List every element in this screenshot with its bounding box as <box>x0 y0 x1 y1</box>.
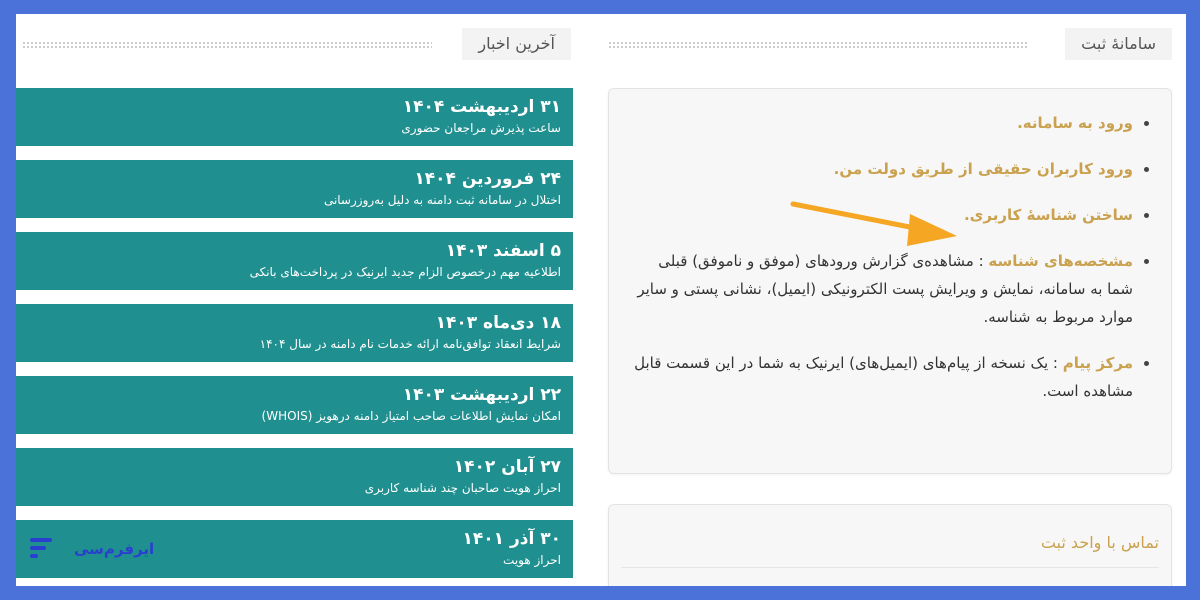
news-header: آخرین اخبار <box>16 28 571 60</box>
news-item[interactable]: ۲۴ فروردین ۱۴۰۴ اختلال در سامانه ثبت دام… <box>16 160 573 218</box>
news-date: ۲۴ فروردین ۱۴۰۴ <box>414 169 561 189</box>
annotation-arrow-icon <box>790 201 957 246</box>
news-description: امکان نمایش اطلاعات صاحب امتیاز دامنه در… <box>261 409 561 423</box>
registry-box: ورود به سامانه. ورود کاربران حقیقی از طر… <box>608 88 1172 474</box>
header-dots <box>608 41 1028 49</box>
message-center-link[interactable]: مرکز پیام <box>1063 354 1133 372</box>
news-list: ۳۱ اردیبهشت ۱۴۰۴ ساعت پذیرش مراجعان حضور… <box>16 88 573 586</box>
news-description: احراز هویت صاحبان چند شناسه کاربری <box>364 481 561 495</box>
news-date: ۱۸ دی‌ماه ۱۴۰۳ <box>435 313 561 333</box>
news-date: ۲۲ اردیبهشت ۱۴۰۳ <box>402 385 561 405</box>
login-link[interactable]: ورود به سامانه. <box>1017 114 1133 132</box>
header-dots <box>22 41 432 49</box>
create-user-id-link[interactable]: ساختن شناسهٔ کاربری. <box>964 206 1133 224</box>
brand-watermark: ایرفرم‌سی <box>24 532 184 572</box>
news-description: اطلاعیه مهم درخصوص الزام جدید ایرنیک در … <box>249 265 561 279</box>
dolat-man-login-link[interactable]: ورود کاربران حقیقی از طریق دولت من. <box>834 160 1133 178</box>
news-item[interactable]: ۳۱ اردیبهشت ۱۴۰۴ ساعت پذیرش مراجعان حضور… <box>16 88 573 146</box>
news-description: اختلال در سامانه ثبت دامنه به دلیل به‌رو… <box>323 193 561 207</box>
list-item: مرکز پیام : یک نسخه از پیام‌های (ایمیل‌ه… <box>633 349 1151 405</box>
news-description: شرایط انعقاد توافق‌نامه ارائه خدمات نام … <box>259 337 561 351</box>
brand-name: ایرفرم‌سی <box>74 540 155 558</box>
list-item: مشخصه‌های شناسه : مشاهده‌ی گزارش ورودهای… <box>633 247 1151 331</box>
news-item[interactable]: ۲۷ آبان ۱۴۰۲ احراز هویت صاحبان چند شناسه… <box>16 448 573 506</box>
message-center-text: : یک نسخه از پیام‌های (ایمیل‌های) ایرنیک… <box>634 354 1133 400</box>
contact-box: تماس با واحد ثبت <box>608 504 1172 586</box>
list-item: ورود کاربران حقیقی از طریق دولت من. <box>633 155 1151 183</box>
news-column: آخرین اخبار ۳۱ اردیبهشت ۱۴۰۴ ساعت پذیرش … <box>16 14 586 586</box>
news-description: ساعت پذیرش مراجعان حضوری <box>401 121 561 135</box>
brand-logo-icon <box>30 538 52 558</box>
news-date: ۵ اسفند ۱۴۰۳ <box>445 241 561 261</box>
news-date: ۲۷ آبان ۱۴۰۲ <box>453 457 561 477</box>
news-title: آخرین اخبار <box>462 28 571 60</box>
news-item[interactable]: ۲۲ اردیبهشت ۱۴۰۳ امکان نمایش اطلاعات صاح… <box>16 376 573 434</box>
id-properties-link[interactable]: مشخصه‌های شناسه <box>988 252 1133 270</box>
registry-column: سامانهٔ ثبت ورود به سامانه. ورود کاربران… <box>608 14 1186 586</box>
news-date: ۳۱ اردیبهشت ۱۴۰۴ <box>402 97 561 117</box>
registry-title: سامانهٔ ثبت <box>1065 28 1172 60</box>
page-frame: سامانهٔ ثبت ورود به سامانه. ورود کاربران… <box>16 14 1186 586</box>
contact-title: تماس با واحد ثبت <box>1040 533 1159 552</box>
news-item[interactable]: ۵ اسفند ۱۴۰۳ اطلاعیه مهم درخصوص الزام جد… <box>16 232 573 290</box>
news-item[interactable]: ۱۸ دی‌ماه ۱۴۰۳ شرایط انعقاد توافق‌نامه ا… <box>16 304 573 362</box>
registry-header: سامانهٔ ثبت <box>608 28 1172 60</box>
list-item: ورود به سامانه. <box>633 109 1151 137</box>
divider <box>621 567 1159 568</box>
